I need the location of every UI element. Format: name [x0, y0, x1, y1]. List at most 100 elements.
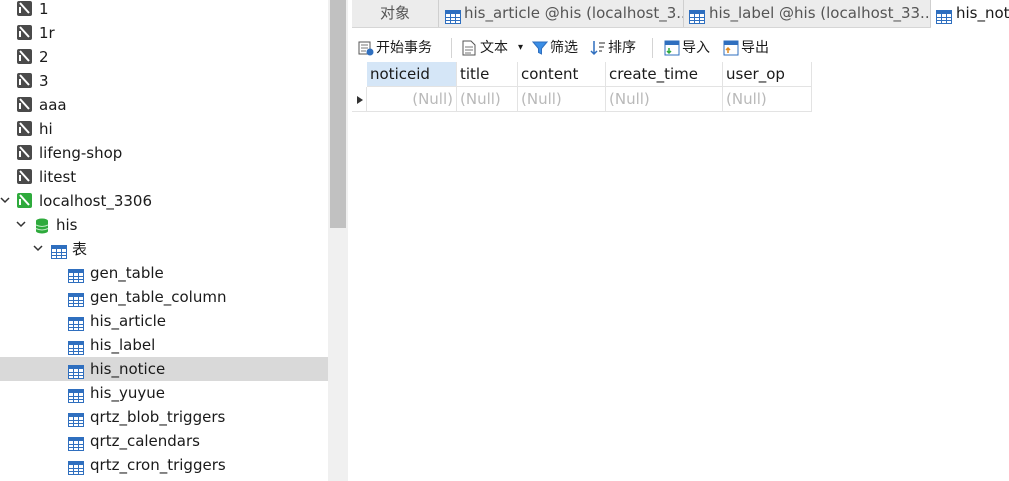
- tree-node-label: his_article: [90, 312, 167, 330]
- tree-table-his-yuyue[interactable]: his_yuyue: [0, 381, 328, 405]
- tree-node-label: his_notice: [90, 360, 166, 378]
- text-view-button[interactable]: 文本 ▾: [462, 35, 528, 61]
- toolbar-label: 导出: [741, 40, 769, 56]
- column-header-label: user_op: [726, 65, 785, 83]
- tree-scrollbar-thumb[interactable]: [330, 0, 346, 228]
- tree-node-label: qrtz_calendars: [90, 432, 200, 450]
- cell-value: (Null): [609, 90, 650, 108]
- tree-database-his[interactable]: his: [0, 213, 328, 237]
- tree-connection-lifeng-shop[interactable]: lifeng-shop: [0, 141, 328, 165]
- table-cell[interactable]: (Null): [723, 87, 812, 112]
- tree-connection-litest[interactable]: litest: [0, 165, 328, 189]
- dropdown-caret-icon[interactable]: ▾: [518, 35, 523, 61]
- navigation-tree: 1 1r 2 3 aaa hi lifeng-shop litest local…: [0, 0, 328, 481]
- chevron-down-icon[interactable]: [0, 189, 12, 213]
- tree-node-label: gen_table_column: [90, 288, 227, 306]
- tree-node-label: his_yuyue: [90, 384, 165, 402]
- connection-icon: [17, 121, 32, 136]
- export-button[interactable]: 导出: [723, 35, 775, 61]
- tree-tables-folder[interactable]: 表: [0, 237, 328, 261]
- tree-connection-1r[interactable]: 1r: [0, 21, 328, 45]
- column-header-label: content: [521, 65, 579, 83]
- database-icon: [35, 217, 49, 234]
- tree-table-qrtz-blob-triggers[interactable]: qrtz_blob_triggers: [0, 405, 328, 429]
- tab-his-article[interactable]: his_article @his (localhost_3...: [439, 0, 684, 27]
- toolbar-label: 导入: [682, 40, 710, 56]
- table-cell[interactable]: (Null): [367, 87, 457, 112]
- table-cell[interactable]: (Null): [457, 87, 518, 112]
- tree-table-gen-table-column[interactable]: gen_table_column: [0, 285, 328, 309]
- table-icon: [68, 434, 84, 451]
- tree-node-label: localhost_3306: [39, 192, 153, 210]
- connection-icon: [17, 97, 32, 112]
- connection-icon: [17, 25, 32, 40]
- table-icon: [445, 6, 461, 24]
- tree-table-gen-table[interactable]: gen_table: [0, 261, 328, 285]
- table-icon: [689, 6, 705, 24]
- sort-button[interactable]: 排序: [590, 35, 642, 61]
- main-panel: 对象 his_article @his (localhost_3... his_…: [352, 0, 1009, 481]
- table-cell[interactable]: (Null): [606, 87, 723, 112]
- chevron-down-icon[interactable]: [16, 213, 28, 237]
- connection-icon: [17, 145, 32, 160]
- sort-icon: [590, 41, 605, 56]
- tree-node-label: 表: [72, 240, 88, 258]
- row-indicator[interactable]: [352, 87, 367, 112]
- tree-table-his-label[interactable]: his_label: [0, 333, 328, 357]
- toolbar-label: 筛选: [550, 40, 578, 56]
- tree-node-label: qrtz_blob_triggers: [90, 408, 226, 426]
- toolbar-label: 文本: [480, 40, 508, 56]
- tab-his-label[interactable]: his_label @his (localhost_33...: [684, 0, 931, 27]
- tab-objects[interactable]: 对象: [352, 0, 439, 27]
- tree-table-his-article[interactable]: his_article: [0, 309, 328, 333]
- toolbar-label: 开始事务: [376, 40, 432, 56]
- filter-button[interactable]: 筛选: [532, 35, 584, 61]
- export-icon: [723, 40, 739, 56]
- table-icon: [68, 410, 84, 427]
- column-header-user-op[interactable]: user_op: [723, 62, 812, 87]
- row-pointer-icon: [357, 96, 363, 104]
- tree-node-label: his: [56, 216, 78, 234]
- filter-icon: [532, 41, 548, 55]
- column-header-label: title: [460, 65, 490, 83]
- import-button[interactable]: 导入: [664, 35, 716, 61]
- column-header-label: noticeid: [370, 65, 430, 83]
- tree-scrollbar[interactable]: [328, 0, 348, 481]
- tree-node-label: litest: [39, 168, 77, 186]
- table-icon: [51, 242, 67, 259]
- tab-label: his_article @his (localhost_3...: [464, 4, 684, 22]
- tree-table-his-notice[interactable]: his_notice: [0, 357, 328, 381]
- column-header-label: create_time: [609, 65, 699, 83]
- cell-value: (Null): [412, 90, 453, 108]
- transaction-icon: [358, 41, 374, 56]
- table-icon: [68, 338, 84, 355]
- column-header-create-time[interactable]: create_time: [606, 62, 723, 87]
- tab-bar: 对象 his_article @his (localhost_3... his_…: [352, 0, 1009, 28]
- tab-label: his_not: [956, 4, 1009, 22]
- tree-node-label: 2: [39, 48, 49, 66]
- table-icon: [68, 458, 84, 475]
- chevron-down-icon[interactable]: [33, 237, 45, 261]
- tab-his-notice[interactable]: his_not: [931, 0, 1009, 28]
- column-header-title[interactable]: title: [457, 62, 518, 87]
- column-header-content[interactable]: content: [518, 62, 606, 87]
- cell-value: (Null): [726, 90, 767, 108]
- table-icon: [68, 386, 84, 403]
- tree-node-label: hi: [39, 120, 53, 138]
- tree-table-qrtz-calendars[interactable]: qrtz_calendars: [0, 429, 328, 453]
- tree-connection-3[interactable]: 3: [0, 69, 328, 93]
- tree-table-qrtz-cron-triggers[interactable]: qrtz_cron_triggers: [0, 453, 328, 477]
- table-cell[interactable]: (Null): [518, 87, 606, 112]
- connection-icon: [17, 169, 32, 184]
- tree-connection-hi[interactable]: hi: [0, 117, 328, 141]
- table-icon: [936, 6, 952, 24]
- toolbar-separator: [652, 38, 653, 58]
- tree-connection-localhost-3306[interactable]: localhost_3306: [0, 189, 328, 213]
- tree-connection-2[interactable]: 2: [0, 45, 328, 69]
- begin-transaction-button[interactable]: 开始事务: [358, 35, 446, 61]
- tab-label: 对象: [379, 4, 410, 22]
- tree-connection-aaa[interactable]: aaa: [0, 93, 328, 117]
- column-header-noticeid[interactable]: noticeid: [367, 62, 457, 87]
- tree-connection-1[interactable]: 1: [0, 0, 328, 21]
- table-icon: [68, 266, 84, 283]
